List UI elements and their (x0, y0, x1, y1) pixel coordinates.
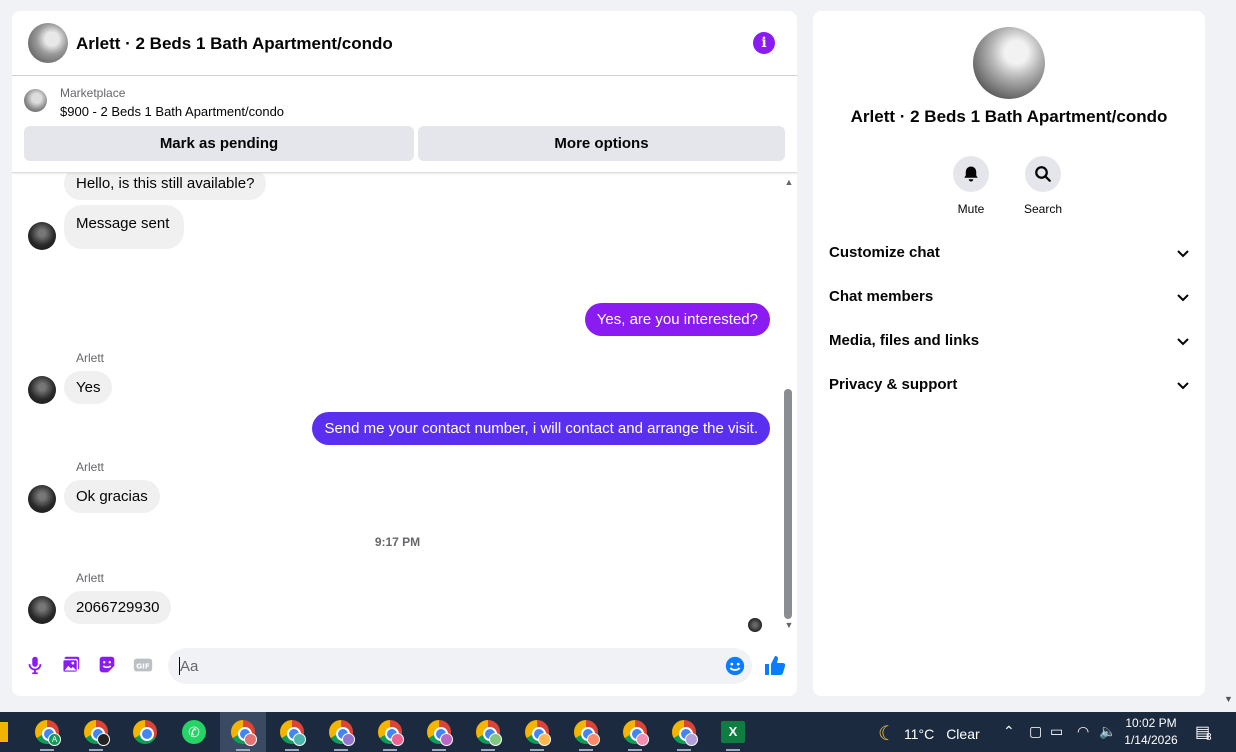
chat-header: Arlett · 2 Beds 1 Bath Apartment/condo i (12, 11, 797, 76)
avatar[interactable] (28, 376, 56, 404)
message-bubble-outgoing[interactable]: Send me your contact number, i will cont… (312, 412, 770, 445)
scroll-down-arrow[interactable]: ▼ (783, 620, 795, 630)
message-bubble-outgoing[interactable]: Yes, are you interested? (584, 303, 770, 336)
chat-title[interactable]: Arlett · 2 Beds 1 Bath Apartment/condo (76, 34, 393, 54)
svg-text:GIF: GIF (136, 662, 150, 671)
scroll-up-arrow[interactable]: ▲ (783, 177, 795, 187)
composer: GIF Aa (12, 646, 797, 686)
chevron-down-icon (1177, 294, 1189, 302)
whatsapp-icon[interactable]: ✆ (171, 712, 217, 752)
meet-now-icon[interactable]: ▢ (1029, 723, 1042, 740)
chat-panel: Arlett · 2 Beds 1 Bath Apartment/condo i… (12, 11, 797, 696)
chrome-icon[interactable] (122, 712, 168, 752)
speaker-muted-icon[interactable]: 🔈 (1099, 723, 1116, 740)
message-bubble[interactable]: Message sent (64, 205, 185, 249)
message-bubble[interactable]: Yes (64, 371, 113, 404)
listing-avatar[interactable] (28, 23, 68, 63)
taskbar: A ✆ X ☾ 11°C Clear ⌃ ▢ ▭ ◠ 🔈 10:02 PM 1/… (0, 712, 1236, 752)
sender-name: Arlett (76, 571, 105, 585)
chrome-icon[interactable] (514, 712, 560, 752)
chrome-icon[interactable] (661, 712, 707, 752)
notification-count: 8 (1206, 732, 1212, 743)
moon-icon: ☾ (878, 723, 896, 745)
mute-label: Mute (957, 202, 985, 216)
microphone-icon[interactable] (24, 654, 46, 676)
section-privacy-support[interactable]: Privacy & support (829, 365, 1191, 405)
chrome-icon[interactable] (416, 712, 462, 752)
section-label: Customize chat (829, 244, 940, 261)
mark-as-pending-button[interactable]: Mark as pending (24, 126, 414, 161)
chrome-icon[interactable] (563, 712, 609, 752)
chevron-down-icon (1177, 250, 1189, 258)
message-bubble[interactable]: Ok gracias (64, 480, 160, 513)
sticker-icon[interactable] (96, 654, 118, 676)
chrome-icon[interactable] (612, 712, 658, 752)
photo-icon[interactable] (60, 654, 82, 676)
chevron-down-icon (1177, 338, 1189, 346)
chevron-down-icon (1177, 382, 1189, 390)
chrome-icon[interactable] (318, 712, 364, 752)
page-scroll-down-arrow[interactable]: ▼ (1221, 694, 1236, 704)
chrome-icon[interactable]: A (24, 712, 70, 752)
message-input-placeholder: Aa (180, 658, 199, 675)
search-icon[interactable] (1025, 156, 1061, 192)
bell-icon[interactable] (953, 156, 989, 192)
search-label: Search (1023, 202, 1063, 216)
chevron-up-icon[interactable]: ⌃ (1003, 723, 1015, 740)
weather-widget[interactable]: ☾ 11°C Clear (878, 721, 980, 746)
page-scrollbar[interactable] (1221, 0, 1236, 712)
mute-button[interactable]: Mute (941, 156, 1001, 216)
chrome-icon[interactable] (73, 712, 119, 752)
chrome-icon[interactable] (465, 712, 511, 752)
message-bubble[interactable]: 2066729930 (64, 591, 172, 624)
excel-icon[interactable]: X (710, 712, 756, 752)
weather-condition: Clear (946, 725, 980, 742)
emoji-icon[interactable] (724, 655, 746, 677)
section-chat-members[interactable]: Chat members (829, 277, 1191, 317)
listing-title[interactable]: $900 - 2 Beds 1 Bath Apartment/condo (60, 104, 284, 119)
section-media-files-links[interactable]: Media, files and links (829, 321, 1191, 361)
listing-avatar-large[interactable] (973, 27, 1045, 99)
file-explorer-icon[interactable] (0, 722, 8, 742)
scrollbar-thumb[interactable] (784, 389, 792, 619)
listing-thumbnail[interactable] (24, 89, 47, 112)
message-input[interactable]: Aa (168, 648, 752, 684)
avatar[interactable] (28, 596, 56, 624)
seen-avatar (748, 618, 762, 632)
sender-name: Arlett (76, 460, 105, 474)
message-bubble[interactable]: Hello, is this still available? (64, 173, 267, 200)
gif-icon[interactable]: GIF (132, 654, 154, 676)
more-options-button[interactable]: More options (418, 126, 785, 161)
chat-info-panel: Arlett · 2 Beds 1 Bath Apartment/condo M… (813, 11, 1205, 696)
section-label: Privacy & support (829, 376, 958, 393)
avatar[interactable] (28, 485, 56, 513)
weather-temp: 11°C (903, 725, 935, 742)
battery-icon[interactable]: ▭ (1050, 723, 1063, 740)
clock[interactable]: 10:02 PM 1/14/2026 (1118, 715, 1184, 749)
info-title: Arlett · 2 Beds 1 Bath Apartment/condo (850, 107, 1168, 126)
clock-date: 1/14/2026 (1124, 733, 1178, 747)
search-button[interactable]: Search (1013, 156, 1073, 216)
marketplace-label: Marketplace (60, 86, 126, 100)
timestamp: 9:17 PM (374, 535, 421, 549)
sender-name: Arlett (76, 351, 105, 365)
message-list: Hello, is this still available? Message … (12, 173, 783, 635)
section-customize-chat[interactable]: Customize chat (829, 233, 1191, 273)
chrome-icon[interactable] (220, 712, 266, 752)
wifi-icon[interactable]: ◠ (1077, 723, 1089, 740)
marketplace-bar: Marketplace $900 - 2 Beds 1 Bath Apartme… (12, 76, 797, 173)
section-label: Media, files and links (829, 332, 980, 349)
info-icon[interactable]: i (753, 32, 775, 54)
chrome-icon[interactable] (367, 712, 413, 752)
thumbs-up-icon[interactable] (763, 654, 787, 678)
avatar[interactable] (28, 222, 56, 250)
chrome-icon[interactable] (269, 712, 315, 752)
section-label: Chat members (829, 288, 934, 305)
clock-time: 10:02 PM (1125, 716, 1177, 730)
